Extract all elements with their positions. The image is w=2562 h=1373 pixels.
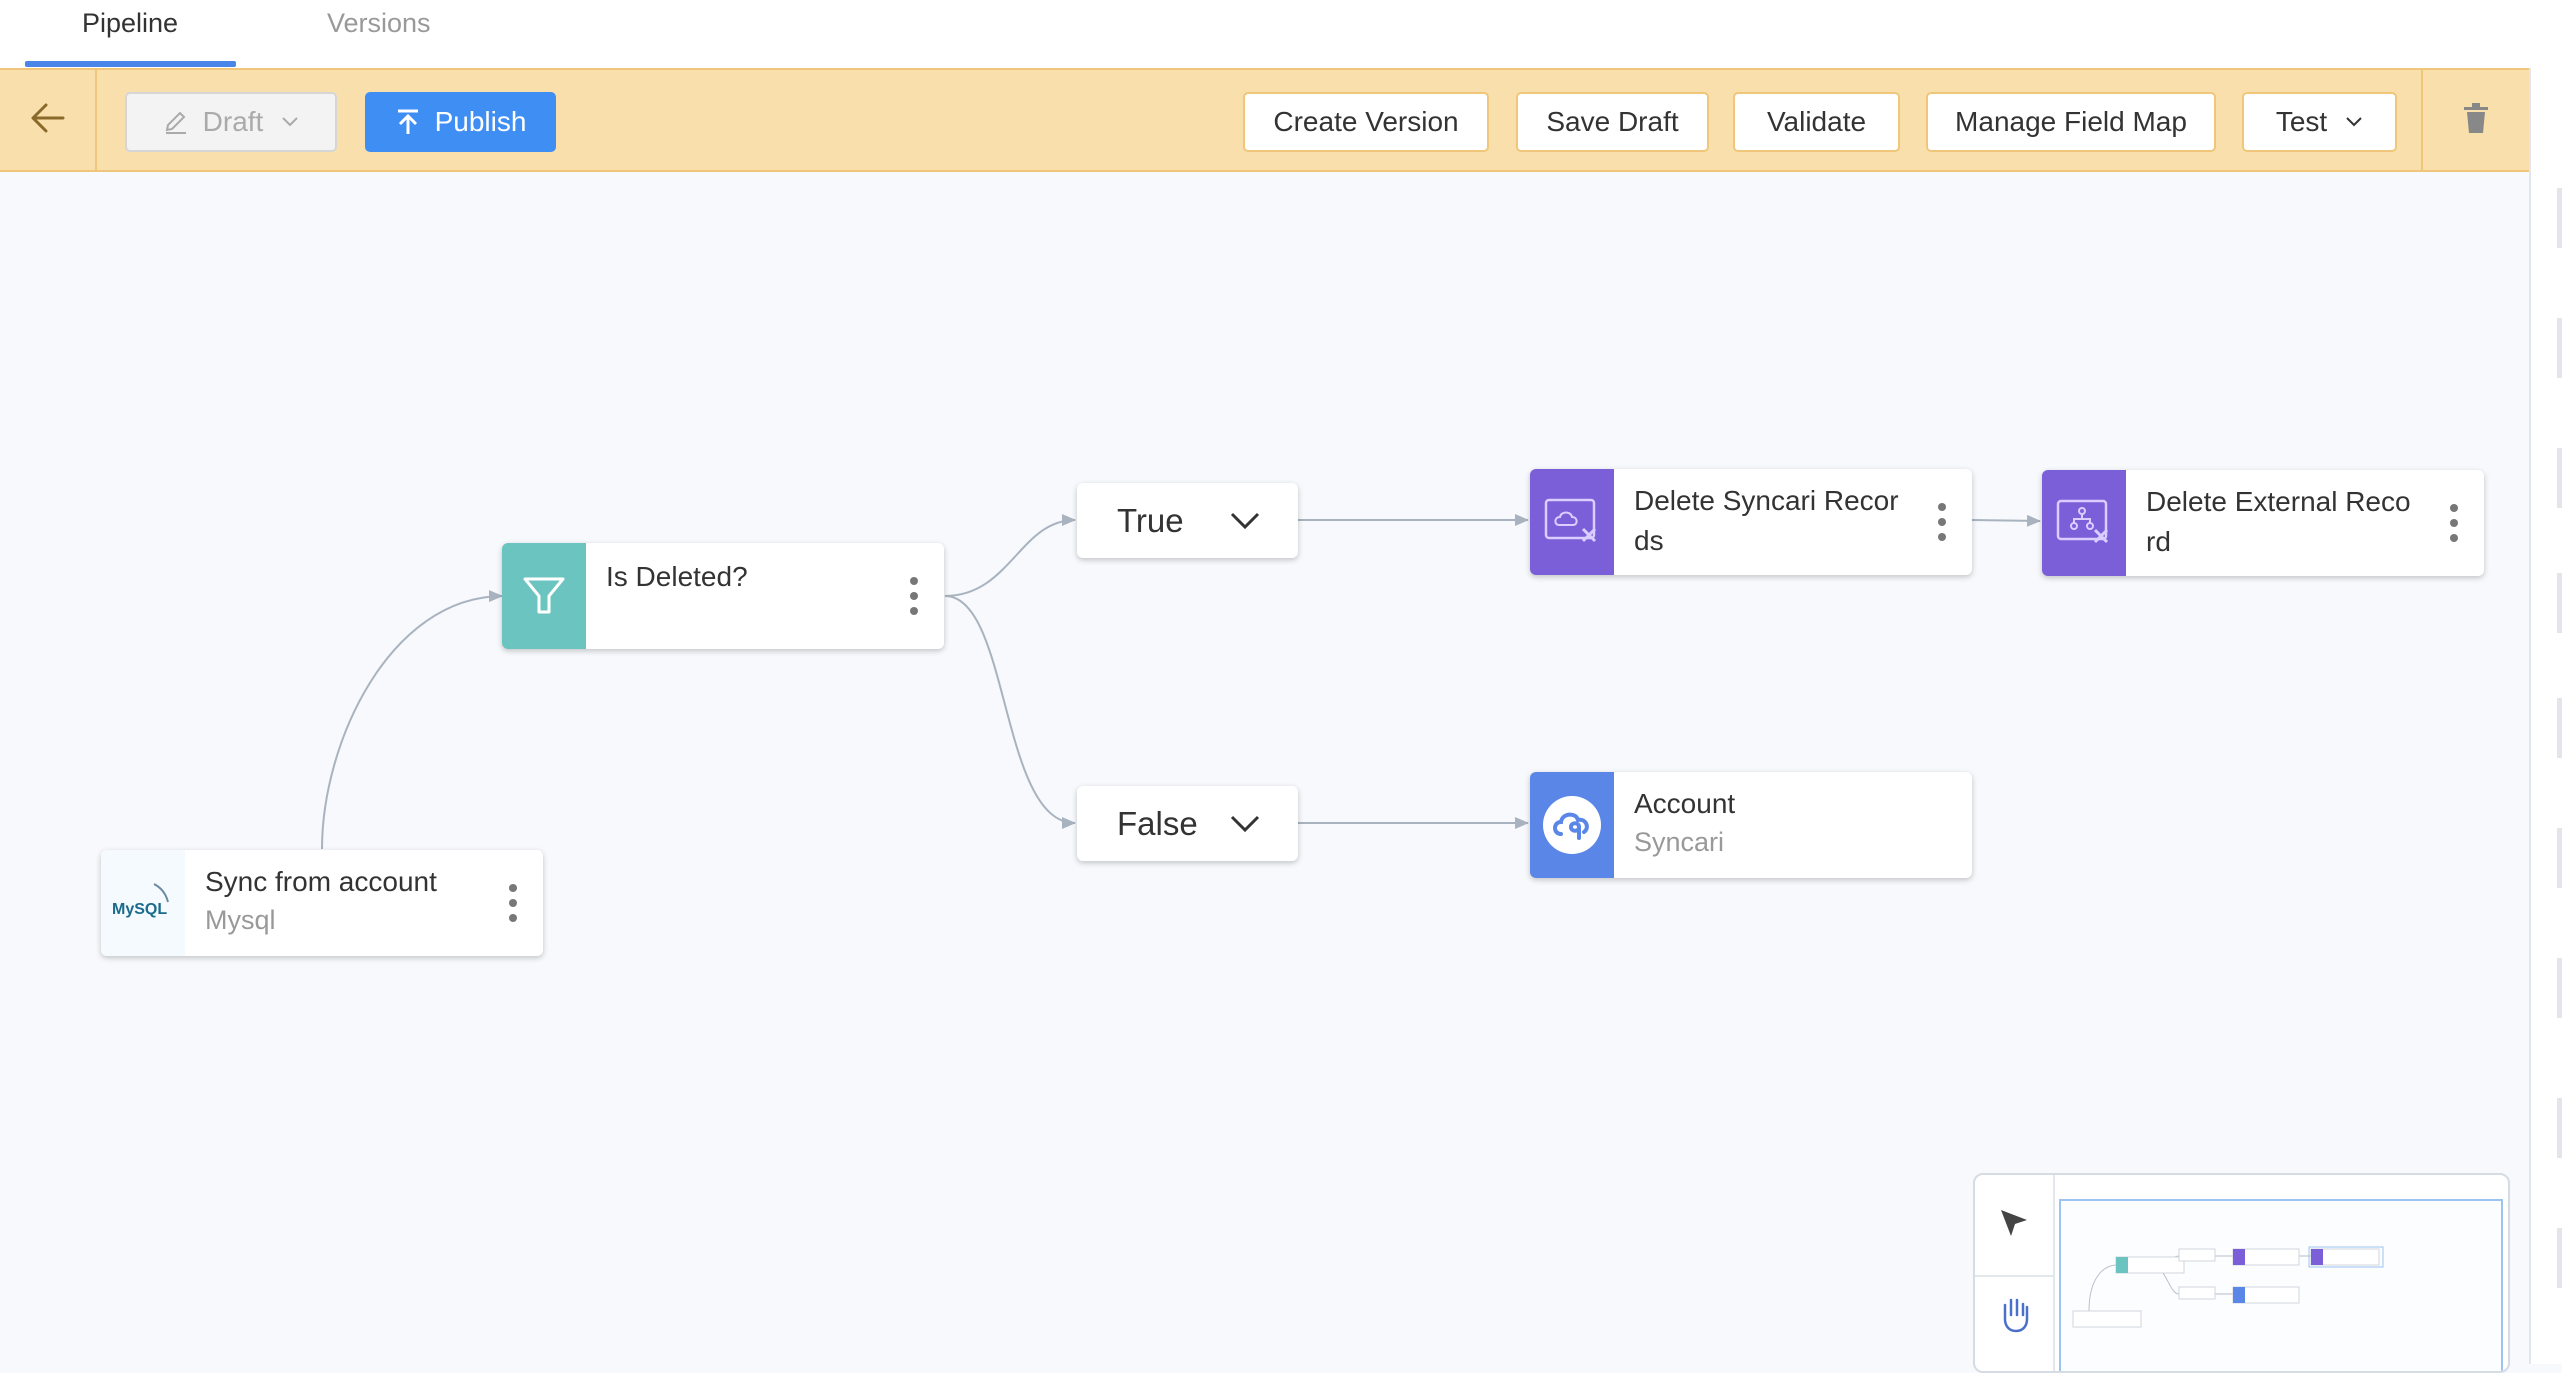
- chevron-down-icon: [281, 116, 299, 128]
- edge-delete-external: [1971, 514, 2041, 527]
- syncari-cloud-icon: [1530, 772, 1614, 878]
- back-button[interactable]: [0, 70, 97, 170]
- panel-marker: [2557, 958, 2562, 1018]
- hand-icon: [1996, 1293, 2032, 1338]
- edge-filter-true: [944, 514, 1076, 597]
- active-tab-indicator: [25, 61, 236, 67]
- test-dropdown[interactable]: Test: [2242, 92, 2397, 152]
- more-vertical-icon: [1938, 503, 1946, 541]
- delete-external-node[interactable]: Delete External Record: [2042, 470, 2484, 576]
- node-menu-button[interactable]: [2424, 470, 2484, 576]
- create-version-button[interactable]: Create Version: [1243, 92, 1489, 152]
- tab-pipeline[interactable]: Pipeline: [82, 0, 178, 68]
- chevron-down-icon: [2345, 116, 2363, 128]
- branch-label: True: [1117, 501, 1184, 539]
- arrow-left-icon: [30, 102, 66, 139]
- chevron-down-icon: [1230, 815, 1260, 833]
- select-tool-button[interactable]: [1975, 1175, 2053, 1275]
- panel-marker: [2557, 1098, 2562, 1158]
- node-title: Is Deleted?: [606, 561, 748, 592]
- node-title: Sync from account: [205, 866, 437, 897]
- node-menu-button[interactable]: [1912, 469, 1972, 575]
- panel-marker: [2557, 318, 2562, 378]
- minimap-preview: [2072, 1246, 2384, 1328]
- panel-marker: [2557, 828, 2562, 888]
- more-vertical-icon: [509, 884, 517, 922]
- node-title: Delete Syncari Records: [1634, 485, 1899, 556]
- tab-versions[interactable]: Versions: [327, 0, 431, 68]
- account-node[interactable]: Account Syncari: [1530, 772, 1972, 878]
- minimap-panel[interactable]: [1973, 1173, 2510, 1373]
- tab-bar: Pipeline Versions: [0, 0, 2562, 68]
- delete-record-icon: [1530, 469, 1614, 575]
- more-vertical-icon: [2450, 504, 2458, 542]
- filter-node[interactable]: Is Deleted?: [502, 543, 944, 649]
- branch-true[interactable]: True: [1077, 483, 1298, 558]
- test-label: Test: [2275, 106, 2328, 137]
- edge-filter-false: [944, 595, 1076, 829]
- source-node[interactable]: MySQL Sync from account Mysql: [101, 850, 543, 956]
- delete-pipeline-button[interactable]: [2421, 70, 2529, 170]
- right-panel-edge: [2529, 68, 2562, 1364]
- save-draft-button[interactable]: Save Draft: [1516, 92, 1709, 152]
- pipeline-toolbar: Draft Publish Create Version Save Draft …: [0, 68, 2529, 172]
- publish-label: Publish: [434, 106, 527, 137]
- delete-external-icon: [2042, 470, 2126, 576]
- minimap-viewport[interactable]: [2059, 1199, 2503, 1371]
- panel-marker: [2557, 573, 2562, 633]
- trash-icon: [2462, 102, 2490, 139]
- more-vertical-icon: [910, 577, 918, 615]
- chevron-down-icon: [1230, 512, 1260, 530]
- node-subtitle: Syncari: [1634, 827, 1725, 857]
- delete-syncari-node[interactable]: Delete Syncari Records: [1530, 469, 1972, 575]
- node-menu-button[interactable]: [884, 543, 944, 649]
- node-subtitle: Mysql: [205, 905, 276, 935]
- mysql-logo: MySQL: [101, 850, 185, 956]
- branch-label: False: [1117, 804, 1198, 842]
- pencil-icon: [163, 109, 189, 135]
- minimap-toolbar: [1975, 1175, 2055, 1371]
- filter-funnel-icon: [502, 543, 586, 649]
- branch-false[interactable]: False: [1077, 786, 1298, 861]
- publish-button[interactable]: Publish: [365, 92, 556, 152]
- validate-button[interactable]: Validate: [1733, 92, 1900, 152]
- svg-text:MySQL: MySQL: [112, 901, 167, 918]
- node-title: Account: [1634, 788, 1736, 819]
- edge-source-filter: [321, 590, 503, 850]
- panel-marker: [2557, 448, 2562, 508]
- draft-dropdown[interactable]: Draft: [125, 92, 337, 152]
- upload-icon: [395, 108, 421, 136]
- node-title: Delete External Record: [2146, 486, 2411, 557]
- panel-marker: [2557, 1228, 2562, 1288]
- panel-marker: [2557, 188, 2562, 248]
- draft-label: Draft: [202, 106, 264, 137]
- node-menu-button[interactable]: [483, 850, 543, 956]
- pan-tool-button[interactable]: [1975, 1275, 2053, 1371]
- pointer-icon: [1997, 1206, 2031, 1245]
- panel-marker: [2557, 698, 2562, 758]
- manage-field-map-button[interactable]: Manage Field Map: [1926, 92, 2216, 152]
